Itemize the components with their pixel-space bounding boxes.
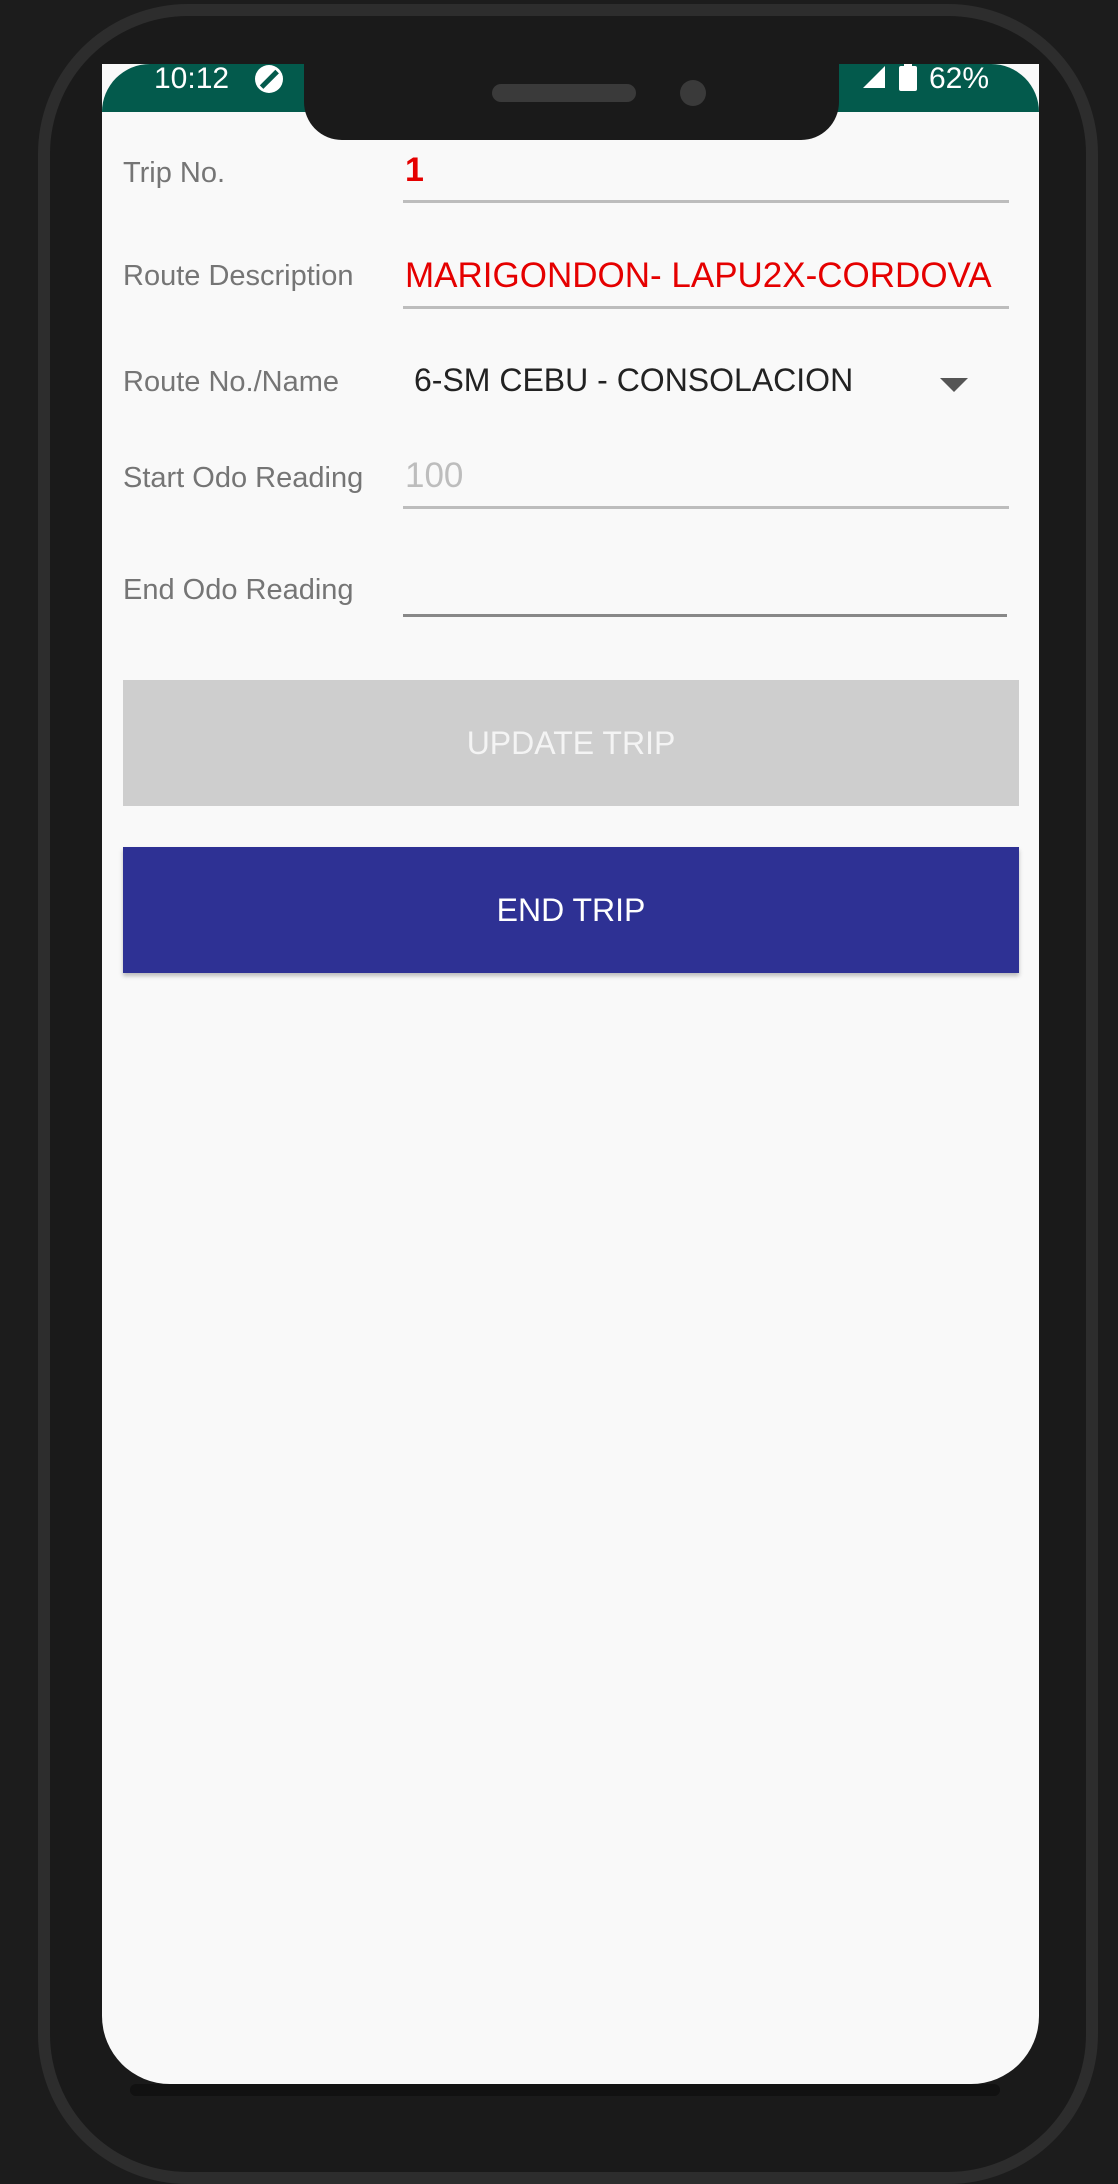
end-trip-button[interactable]: END TRIP [123, 847, 1019, 973]
trip-no-field[interactable]: 1 [403, 150, 1009, 203]
update-trip-button[interactable]: UPDATE TRIP [123, 680, 1019, 806]
front-camera [680, 80, 706, 106]
status-right-group: 62% [861, 64, 989, 94]
chevron-down-icon[interactable] [940, 378, 968, 392]
end-odo-label: End Odo Reading [123, 574, 354, 606]
app-screen: 10:12 62% Trip No. 1 Route Description M… [102, 64, 1039, 2084]
battery-percentage: 62% [928, 64, 989, 95]
battery-icon [898, 64, 917, 96]
route-description-field[interactable]: MARIGONDON- LAPU2X-CORDOVA [403, 256, 1009, 309]
dnd-icon [254, 64, 284, 94]
route-description-label: Route Description [123, 260, 354, 292]
route-no-name-spinner[interactable]: 6-SM CEBU - CONSOLACION [414, 362, 853, 399]
camera-notch [304, 64, 839, 140]
trip-no-label: Trip No. [123, 157, 226, 189]
start-odo-label: Start Odo Reading [123, 462, 364, 494]
status-time: 10:12 [154, 64, 230, 95]
home-bar [130, 2084, 1000, 2096]
route-no-name-label: Route No./Name [123, 366, 339, 398]
signal-icon [861, 64, 887, 95]
speaker-grille [492, 84, 636, 102]
start-odo-field[interactable]: 100 [403, 456, 1009, 509]
end-odo-field[interactable] [403, 560, 1007, 617]
